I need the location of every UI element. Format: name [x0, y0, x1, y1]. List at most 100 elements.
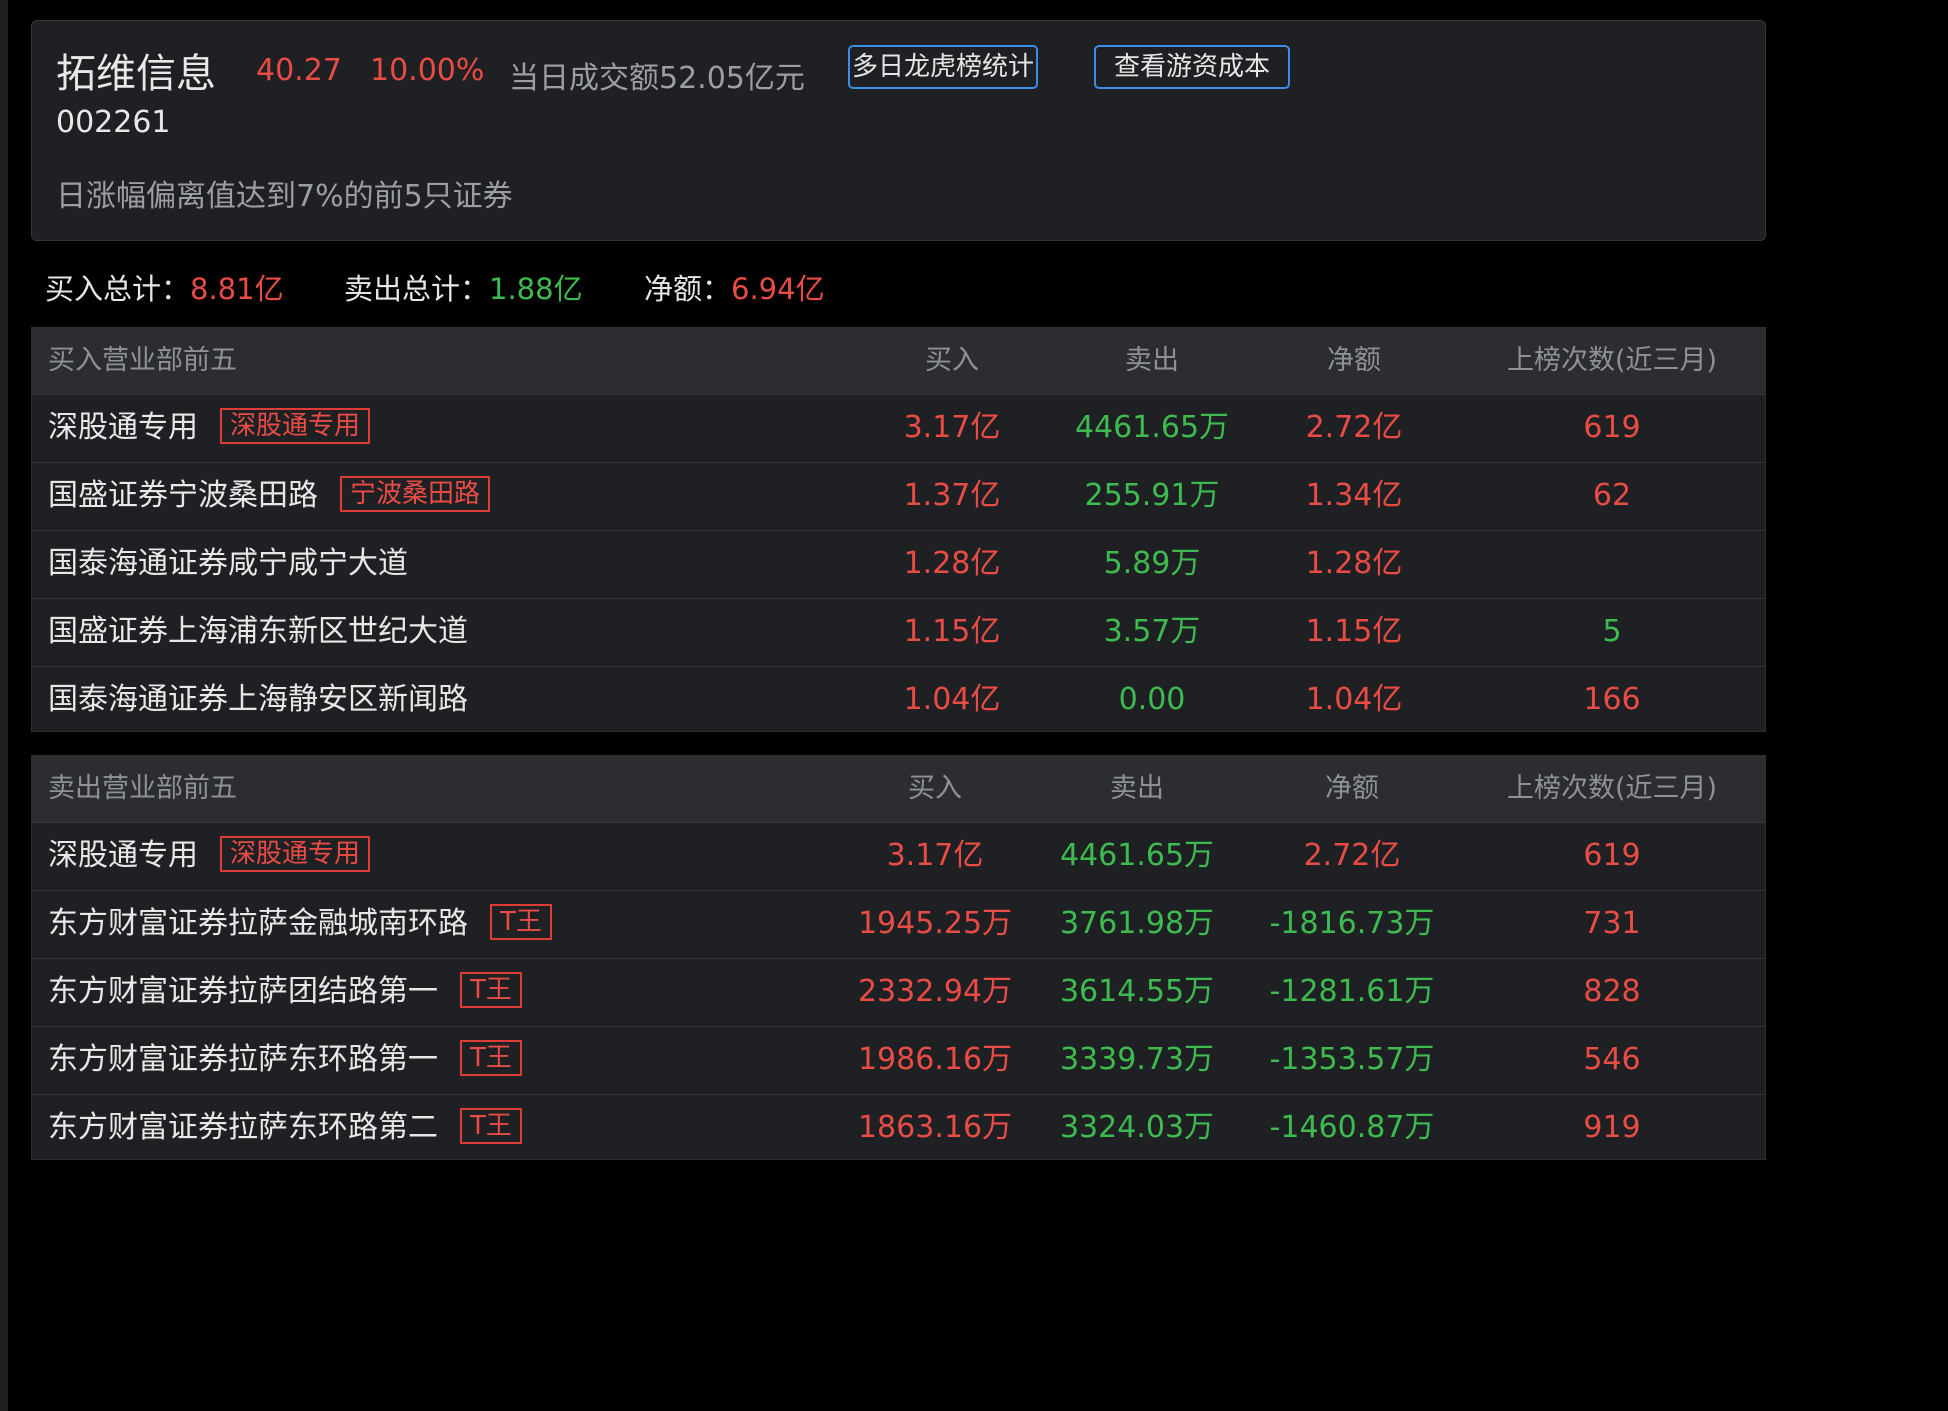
broker-name: 东方财富证券拉萨东环路第二 [48, 1110, 438, 1145]
buy-cell: 2332.94万 [857, 974, 1013, 1009]
table-row[interactable]: 东方财富证券拉萨东环路第二 T王 1863.16万 3324.03万 -1460.87万… [32, 1094, 1765, 1162]
count-cell: 5 [1602, 614, 1622, 649]
hot-money-cost-button[interactable]: 查看游资成本 [1094, 45, 1290, 89]
broker-name: 国泰海通证券咸宁咸宁大道 [48, 546, 408, 581]
table-row[interactable]: 东方财富证券拉萨东环路第一 T王 1986.16万 3339.73万 -1353.57万… [32, 1026, 1765, 1094]
column-header: 上榜次数(近三月) [1506, 773, 1718, 804]
broker-name-cell: 国泰海通证券咸宁咸宁大道 [48, 531, 408, 597]
buy-cell: 1.04亿 [903, 682, 1001, 717]
net-total-label: 净额： [644, 272, 732, 306]
stock-header-card: 拓维信息 40.27 10.00% 当日成交额52.05亿元 多日龙虎榜统计 查… [31, 20, 1766, 241]
broker-name-cell: 国盛证券上海浦东新区世纪大道 [48, 599, 468, 665]
count-cell: 619 [1583, 410, 1641, 445]
column-header: 净额 [1325, 773, 1379, 804]
net-cell: -1281.61万 [1269, 974, 1435, 1009]
sell-cell: 3614.55万 [1059, 974, 1215, 1009]
window-left-edge [0, 0, 8, 1411]
net-cell: -1460.87万 [1269, 1110, 1435, 1145]
buy-cell: 1.28亿 [903, 546, 1001, 581]
table-row[interactable]: 东方财富证券拉萨团结路第一 T王 2332.94万 3614.55万 -1281.61万… [32, 958, 1765, 1026]
buy-cell: 1.15亿 [903, 614, 1001, 649]
broker-tag[interactable]: 深股通专用 [220, 407, 371, 444]
stock-price: 40.27 [256, 53, 342, 88]
sell-total: 卖出总计：1.88亿 [344, 266, 583, 308]
count-cell: 62 [1592, 478, 1632, 513]
sell-brokers-table: 卖出营业部前五 买入 卖出 净额 上榜次数(近三月) 深股通专用 深股通专用 3.17亿 446… [31, 755, 1766, 1160]
sell-total-value: 1.88亿 [489, 272, 583, 306]
listing-reason: 日涨幅偏离值达到7%的前5只证券 [56, 179, 513, 214]
sell-cell: 5.89万 [1103, 546, 1201, 581]
net-total: 净额：6.94亿 [644, 266, 825, 308]
buy-cell: 1863.16万 [857, 1110, 1013, 1145]
table-row[interactable]: 深股通专用 深股通专用 3.17亿 4461.65万 2.72亿 619 [32, 394, 1765, 462]
broker-tag[interactable]: 深股通专用 [220, 835, 371, 872]
net-cell: 1.34亿 [1305, 478, 1403, 513]
count-cell: 166 [1583, 682, 1641, 717]
table-header: 卖出营业部前五 买入 卖出 净额 上榜次数(近三月) [32, 756, 1765, 822]
net-cell: -1353.57万 [1269, 1042, 1435, 1077]
sell-cell: 4461.65万 [1074, 410, 1230, 445]
multi-day-stats-button[interactable]: 多日龙虎榜统计 [848, 45, 1038, 89]
buy-total-value: 8.81亿 [190, 272, 284, 306]
table-row[interactable]: 深股通专用 深股通专用 3.17亿 4461.65万 2.72亿 619 [32, 822, 1765, 890]
column-header: 卖出营业部前五 [48, 773, 237, 804]
broker-name-cell: 国泰海通证券上海静安区新闻路 [48, 667, 468, 733]
sell-cell: 3339.73万 [1059, 1042, 1215, 1077]
broker-name: 东方财富证券拉萨东环路第一 [48, 1042, 438, 1077]
column-header: 买入营业部前五 [48, 345, 237, 376]
broker-name: 国盛证券宁波桑田路 [48, 478, 318, 513]
broker-tag[interactable]: T王 [460, 1039, 522, 1076]
table-row[interactable]: 东方财富证券拉萨金融城南环路 T王 1945.25万 3761.98万 -1816.73… [32, 890, 1765, 958]
net-cell: 1.28亿 [1305, 546, 1403, 581]
buy-cell: 3.17亿 [886, 838, 984, 873]
count-cell: 546 [1583, 1042, 1641, 1077]
broker-name-cell: 东方财富证券拉萨团结路第一 T王 [48, 959, 522, 1025]
broker-name-cell: 深股通专用 深股通专用 [48, 395, 371, 461]
column-header: 卖出 [1110, 773, 1164, 804]
net-total-value: 6.94亿 [731, 272, 825, 306]
broker-name: 国盛证券上海浦东新区世纪大道 [48, 614, 468, 649]
buy-cell: 3.17亿 [903, 410, 1001, 445]
buy-cell: 1986.16万 [857, 1042, 1013, 1077]
count-cell: 731 [1583, 906, 1641, 941]
column-header: 买入 [908, 773, 962, 804]
table-row[interactable]: 国盛证券上海浦东新区世纪大道 1.15亿 3.57万 1.15亿 5 [32, 598, 1765, 666]
broker-tag[interactable]: T王 [460, 1107, 522, 1144]
sell-cell: 255.91万 [1084, 478, 1220, 513]
buy-cell: 1945.25万 [857, 906, 1013, 941]
broker-tag[interactable]: 宁波桑田路 [340, 475, 491, 512]
net-cell: 1.04亿 [1305, 682, 1403, 717]
stock-turnover: 当日成交额52.05亿元 [509, 61, 805, 96]
column-header: 卖出 [1125, 345, 1179, 376]
broker-name: 东方财富证券拉萨金融城南环路 [48, 906, 468, 941]
sell-cell: 4461.65万 [1059, 838, 1215, 873]
broker-tag[interactable]: T王 [490, 903, 552, 940]
net-cell: 2.72亿 [1305, 410, 1403, 445]
broker-name: 国泰海通证券上海静安区新闻路 [48, 682, 468, 717]
broker-name: 深股通专用 [48, 410, 198, 445]
count-cell: 828 [1583, 974, 1641, 1009]
net-cell: 2.72亿 [1303, 838, 1401, 873]
net-cell: -1816.73万 [1269, 906, 1435, 941]
column-header: 净额 [1327, 345, 1381, 376]
broker-tag[interactable]: T王 [460, 971, 522, 1008]
table-header: 买入营业部前五 买入 卖出 净额 上榜次数(近三月) [32, 328, 1765, 394]
stock-name: 拓维信息 [56, 51, 216, 97]
stock-change-pct: 10.00% [370, 53, 485, 88]
buy-cell: 1.37亿 [903, 478, 1001, 513]
broker-name: 东方财富证券拉萨团结路第一 [48, 974, 438, 1009]
sell-cell: 3.57万 [1103, 614, 1201, 649]
net-cell: 1.15亿 [1305, 614, 1403, 649]
buy-total: 买入总计：8.81亿 [45, 266, 284, 308]
count-cell: 619 [1583, 838, 1641, 873]
buy-brokers-table: 买入营业部前五 买入 卖出 净额 上榜次数(近三月) 深股通专用 深股通专用 3.17亿 446… [31, 327, 1766, 732]
broker-name-cell: 国盛证券宁波桑田路 宁波桑田路 [48, 463, 491, 529]
table-row[interactable]: 国盛证券宁波桑田路 宁波桑田路 1.37亿 255.91万 1.34亿 62 [32, 462, 1765, 530]
count-cell: 919 [1583, 1110, 1641, 1145]
table-row[interactable]: 国泰海通证券上海静安区新闻路 1.04亿 0.00 1.04亿 166 [32, 666, 1765, 734]
column-header: 买入 [925, 345, 979, 376]
broker-name-cell: 东方财富证券拉萨东环路第二 T王 [48, 1095, 522, 1161]
sell-cell: 3761.98万 [1059, 906, 1215, 941]
table-row[interactable]: 国泰海通证券咸宁咸宁大道 1.28亿 5.89万 1.28亿 [32, 530, 1765, 598]
broker-name-cell: 深股通专用 深股通专用 [48, 823, 371, 889]
